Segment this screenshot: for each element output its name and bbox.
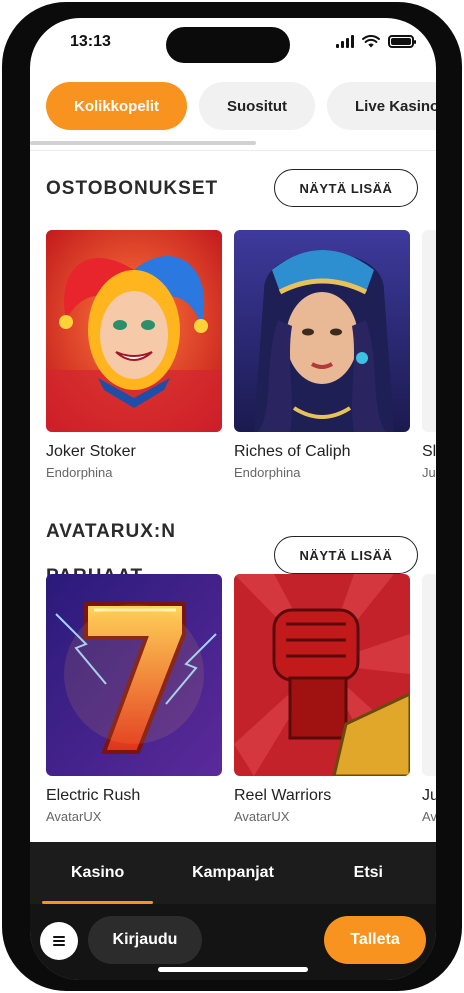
game-provider: Ju	[422, 465, 436, 480]
game-title: Riches of Caliph	[234, 443, 351, 460]
game-provider: Av	[422, 809, 436, 824]
bottom-actions-bar: Kirjaudu Talleta	[30, 904, 436, 980]
deposit-button[interactable]: Talleta	[324, 916, 426, 964]
game-title: Electric Rush	[46, 787, 141, 804]
section-title-avatarux: AVATARUX:N	[46, 521, 176, 542]
tab-suositut[interactable]: Suositut	[199, 82, 316, 130]
game-title: Ju	[422, 787, 436, 804]
game-thumbnail[interactable]	[422, 574, 436, 776]
game-title: Sl	[422, 443, 436, 460]
login-button[interactable]: Kirjaudu	[88, 916, 202, 964]
dynamic-island	[166, 27, 290, 63]
wifi-icon	[362, 35, 380, 48]
game-provider: Endorphina	[46, 465, 113, 480]
phone-frame: 13:13 Kolikkopelit Suositut Live Kasino …	[2, 2, 462, 991]
game-card[interactable]: Electric Rush AvatarUX	[46, 574, 222, 824]
game-provider: AvatarUX	[46, 809, 102, 824]
game-thumbnail[interactable]	[46, 230, 222, 432]
tabs-divider	[30, 150, 436, 151]
game-card[interactable]: Riches of Caliph Endorphina	[234, 230, 410, 480]
bottom-navigation: Kasino Kampanjat Etsi Kirjaudu Talleta	[30, 842, 436, 980]
game-thumbnail[interactable]	[234, 574, 410, 776]
game-provider: AvatarUX	[234, 809, 290, 824]
battery-icon	[388, 35, 416, 48]
game-card[interactable]: Ju Av	[422, 574, 436, 824]
game-thumbnail[interactable]	[46, 574, 222, 776]
electric-rush-art	[46, 574, 222, 776]
game-card[interactable]: Joker Stoker Endorphina	[46, 230, 222, 480]
status-time: 13:13	[70, 33, 111, 50]
tabs-scroll-indicator[interactable]	[30, 141, 256, 145]
home-indicator[interactable]	[158, 967, 308, 972]
nav-tab-kampanjat[interactable]: Kampanjat	[165, 842, 300, 904]
game-thumbnail[interactable]	[234, 230, 410, 432]
nav-tab-kasino[interactable]: Kasino	[30, 842, 165, 904]
game-provider: Endorphina	[234, 465, 301, 480]
show-more-button[interactable]: NÄYTÄ LISÄÄ	[274, 536, 418, 574]
tab-live-kasino[interactable]: Live Kasino	[327, 82, 436, 130]
app-screen: 13:13 Kolikkopelit Suositut Live Kasino …	[30, 18, 436, 980]
show-more-button[interactable]: NÄYTÄ LISÄÄ	[274, 169, 418, 207]
status-icons	[336, 35, 416, 48]
nav-tab-etsi[interactable]: Etsi	[301, 842, 436, 904]
game-thumbnail[interactable]	[422, 230, 436, 432]
game-card[interactable]: Sl Ju	[422, 230, 436, 480]
menu-button[interactable]	[40, 922, 78, 960]
section-title-ostobonukset: OSTOBONUKSET	[46, 178, 219, 199]
joker-stoker-art	[46, 230, 222, 432]
cellular-signal-icon	[336, 35, 354, 48]
reel-warriors-art	[234, 574, 410, 776]
bottom-nav-tabs: Kasino Kampanjat Etsi	[30, 842, 436, 904]
riches-of-caliph-art	[234, 230, 410, 432]
hamburger-menu-icon	[53, 934, 65, 948]
game-card[interactable]: Reel Warriors AvatarUX	[234, 574, 410, 824]
game-title: Reel Warriors	[234, 787, 332, 804]
tab-kolikkopelit[interactable]: Kolikkopelit	[46, 82, 188, 130]
category-tabs: Kolikkopelit Suositut Live Kasino	[46, 82, 436, 130]
game-title: Joker Stoker	[46, 443, 136, 460]
